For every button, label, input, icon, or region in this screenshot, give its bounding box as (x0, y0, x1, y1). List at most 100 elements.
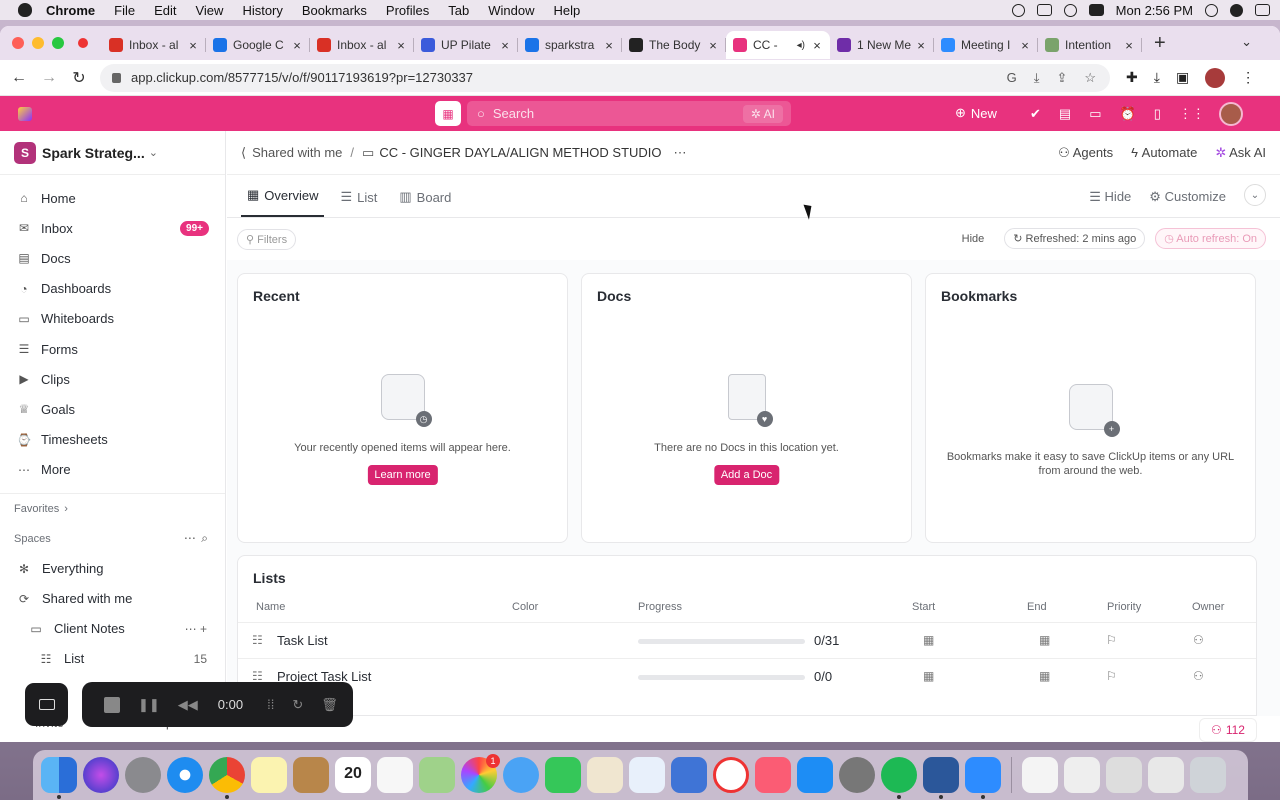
more-dots-icon[interactable]: ⋯ (184, 531, 197, 545)
task-check-icon[interactable]: ✔ (1030, 106, 1041, 122)
maps-icon[interactable] (419, 757, 455, 793)
menu-help[interactable]: Help (554, 3, 581, 18)
url-text[interactable]: app.clickup.com/8577715/v/o/f/9011719361… (131, 70, 473, 85)
reminders-icon[interactable] (377, 757, 413, 793)
priority-flag-icon[interactable]: ⚐ (1106, 669, 1117, 683)
end-date-icon[interactable]: ▦ (1039, 633, 1050, 647)
keynote-icon[interactable] (671, 757, 707, 793)
browser-tab[interactable]: sparkstra × (518, 31, 622, 59)
recent-window-thumbnail[interactable] (1106, 757, 1142, 793)
pages-icon[interactable] (587, 757, 623, 793)
grid-icon[interactable]: ⁞⁞ (267, 697, 274, 712)
notepad-icon[interactable]: ▤ (1059, 106, 1071, 122)
numbers-icon[interactable] (629, 757, 665, 793)
folder-actions-icon[interactable]: ⋯ + (185, 622, 207, 636)
close-tab-icon[interactable]: × (395, 38, 407, 53)
menu-bookmarks[interactable]: Bookmarks (302, 3, 367, 18)
col-priority[interactable]: Priority (1107, 601, 1141, 613)
tree-item[interactable]: ⟳ Shared with me (0, 584, 225, 614)
learn-more-button[interactable]: Learn more (367, 465, 438, 485)
news-icon[interactable] (713, 757, 749, 793)
agents-button[interactable]: ⚇ Agents (1058, 145, 1113, 161)
col-name[interactable]: Name (256, 601, 285, 613)
start-date-icon[interactable]: ▦ (923, 669, 934, 683)
siri-icon[interactable] (1230, 3, 1243, 17)
browser-tab[interactable]: The Body × (622, 31, 726, 59)
profile-avatar[interactable] (1205, 67, 1226, 88)
close-tab-icon[interactable]: × (707, 38, 719, 53)
add-doc-button[interactable]: Add a Doc (713, 465, 780, 485)
user-avatar[interactable] (1219, 102, 1243, 126)
zoom-window-button[interactable] (52, 37, 64, 49)
photos-icon[interactable]: 1 (461, 754, 500, 793)
favorites-header[interactable]: Favorites › (0, 494, 225, 524)
restart-icon[interactable]: ↻ (292, 697, 303, 713)
hide-button[interactable]: ☰ Hide (1089, 189, 1131, 205)
spaces-header[interactable]: Spaces ⋯ ⌕ (0, 524, 225, 554)
sidebar-item-whiteboards[interactable]: ▭ Whiteboards (0, 304, 225, 334)
apps-grid-icon[interactable]: ⋮⋮ (1179, 106, 1205, 122)
sidebar-item-docs[interactable]: ▤ Docs (0, 243, 225, 273)
address-bar[interactable]: app.clickup.com/8577715/v/o/f/9011719361… (100, 63, 1110, 92)
messages-icon[interactable] (503, 757, 539, 793)
browser-tab[interactable]: UP Pilate × (414, 31, 518, 59)
camera-toggle-button[interactable] (25, 683, 68, 726)
hide-cards-button[interactable]: Hide (962, 233, 985, 245)
sidebar-item-goals[interactable]: ♕ Goals (0, 394, 225, 424)
breadcrumb-shared[interactable]: Shared with me (252, 145, 342, 160)
clickup-logo-icon[interactable] (18, 106, 32, 121)
browser-tab[interactable]: 1 New Me × (830, 31, 934, 59)
apple-menu-icon[interactable] (18, 3, 32, 17)
finder-icon[interactable] (41, 757, 77, 799)
ai-button[interactable]: ✲ AI (742, 104, 783, 123)
browser-tab[interactable]: Intention × (1038, 31, 1142, 59)
sidebar-item-more[interactable]: ⋯ More (0, 455, 225, 485)
app-store-icon[interactable] (797, 757, 833, 793)
doc-icon[interactable]: ▯ (1154, 106, 1161, 122)
menu-app-name[interactable]: Chrome (46, 3, 95, 18)
wifi-icon[interactable] (1063, 3, 1077, 17)
chrome-menu-icon[interactable]: ⋮ (1241, 69, 1255, 86)
trash-icon[interactable]: 🗑 (321, 697, 338, 713)
microphone-icon[interactable] (1011, 3, 1025, 17)
more-dots-icon[interactable]: ⋯ (674, 145, 687, 161)
menu-tab[interactable]: Tab (448, 3, 469, 18)
google-lens-icon[interactable]: G (1007, 70, 1017, 86)
tab-search-chevron-icon[interactable]: ⌄ (1241, 34, 1252, 50)
facetime-icon[interactable] (545, 757, 581, 793)
menu-view[interactable]: View (195, 3, 223, 18)
close-tab-icon[interactable]: × (811, 38, 823, 53)
col-end[interactable]: End (1027, 601, 1047, 613)
stop-recording-button[interactable] (104, 696, 120, 713)
owner-icon[interactable]: ⚇ (1193, 669, 1204, 683)
close-tab-icon[interactable]: × (187, 38, 199, 53)
forward-button[interactable]: → (34, 69, 64, 87)
recent-window-thumbnail[interactable] (1064, 757, 1100, 793)
table-row[interactable]: ☷ Task List 0/31 ▦ ▦ ⚐ ⚇ (238, 622, 1256, 658)
menu-file[interactable]: File (114, 3, 135, 18)
close-tab-icon[interactable]: × (603, 38, 615, 53)
browser-tab[interactable]: CC - ◂) × (726, 31, 830, 59)
audio-playing-icon[interactable]: ◂) (797, 40, 805, 51)
auto-refresh-toggle[interactable]: ◷ Auto refresh: On (1155, 228, 1266, 249)
pause-icon[interactable]: ❚❚ (138, 697, 160, 713)
col-color[interactable]: Color (512, 601, 538, 613)
search-input[interactable]: ○ Search ✲ AI (467, 101, 791, 126)
browser-tab[interactable]: Inbox - al × (310, 31, 414, 59)
recent-window-thumbnail[interactable] (1022, 757, 1058, 793)
close-tab-icon[interactable]: × (915, 38, 927, 53)
tree-item[interactable]: ✻ Everything (0, 554, 225, 584)
menu-window[interactable]: Window (488, 3, 534, 18)
close-window-button[interactable] (12, 37, 24, 49)
word-icon[interactable] (923, 757, 959, 799)
close-tab-icon[interactable]: × (499, 38, 511, 53)
battery-icon[interactable] (1088, 4, 1104, 16)
ask-ai-button[interactable]: ✲ Ask AI (1215, 145, 1266, 161)
close-tab-icon[interactable]: × (291, 38, 303, 53)
spotify-icon[interactable] (881, 757, 917, 799)
tab-overview[interactable]: ▦ Overview (241, 187, 325, 217)
new-tab-button[interactable]: + (1154, 32, 1166, 55)
trash-icon[interactable] (1190, 757, 1226, 793)
contacts-icon[interactable] (293, 757, 329, 793)
new-button[interactable]: ⊕ New (955, 105, 997, 121)
